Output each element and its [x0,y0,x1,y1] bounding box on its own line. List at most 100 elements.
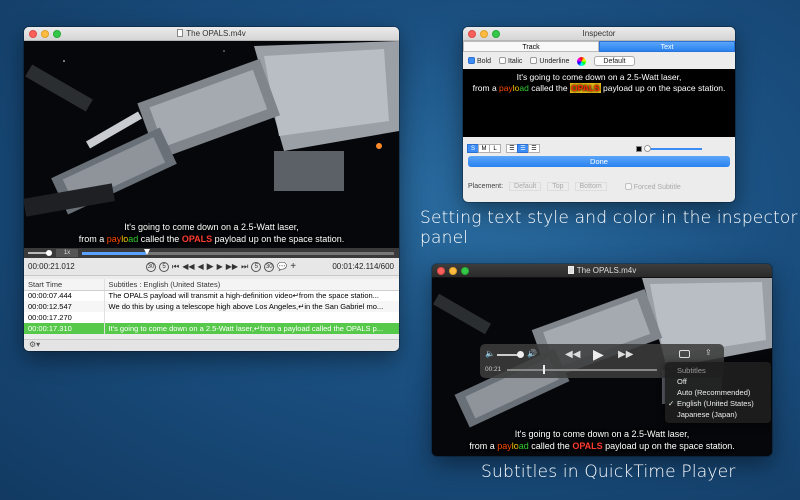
timeline-progress [82,252,146,255]
caption-line-1: It's going to come down on a 2.5-Watt la… [514,429,690,439]
zoom-button[interactable] [53,30,61,38]
menu-item-english[interactable]: English (United States) [665,398,771,409]
menu-item-off[interactable]: Off [665,376,771,387]
play-icon[interactable]: ▶ [207,261,214,272]
fast-forward-icon[interactable]: ▶▶ [226,262,238,271]
tab-track[interactable]: Track [463,41,599,52]
minimize-button[interactable] [41,30,49,38]
cell-time[interactable]: 00:00:17.310 [24,323,105,334]
speed-button[interactable]: 1x [56,249,78,257]
cell-text[interactable]: The OPALS payload will transmit a high-d… [104,290,399,301]
qt-playhead[interactable] [543,365,545,374]
menu-item-auto[interactable]: Auto (Recommended) [665,387,771,398]
share-icon[interactable]: ⇪ [705,348,712,357]
column-header-start-time[interactable]: Start Time [24,279,105,291]
cell-text[interactable]: It's going to come down on a 2.5-Watt la… [104,323,399,334]
italic-checkbox[interactable]: Italic [499,57,522,65]
text-preview: It's going to come down on a 2.5-Watt la… [463,69,735,137]
subtitles-menu: Subtitles Off Auto (Recommended) English… [665,362,771,423]
speech-bubble-icon[interactable]: 💬 [277,262,287,271]
cell-time[interactable]: 00:00:07.444 [24,290,105,301]
table-row[interactable]: 00:00:12.547 We do this by using a teles… [24,301,399,312]
go-to-start-icon[interactable]: ⏮ [172,262,179,272]
placement-top[interactable]: Top [547,182,569,191]
size-large-button[interactable]: L [489,144,501,153]
heading-quicktime: Subtitles in QuickTime Player [481,462,736,482]
caption-line-1: It's going to come down on a 2.5-Watt la… [124,222,299,232]
volume-knob[interactable] [517,351,524,358]
transport-controls: 30 5 ⏮ ◀◀ ◀ ▶ ▶ ▶▶ ⏭ 5 30 💬 + [146,261,296,272]
quicktime-window: The OPALS.m4v It's going to come down on… [432,264,772,456]
subtitles-icon[interactable] [679,350,690,358]
alignment-segment: ☰ ☰ ☰ [506,144,540,153]
inspector-title: Inspector [582,29,616,38]
forced-subtitle-checkbox[interactable]: Forced Subtitle [624,182,681,191]
subtitle-editor-window: The OPALS.m4v It's going to come down on… [24,27,399,351]
column-header-subtitles[interactable]: Subtitles : English (United States) [104,279,399,291]
subtitle-table: Start Time Subtitles : English (United S… [24,279,399,334]
default-button[interactable]: Default [594,56,635,66]
caption-line-2: from a payload called the OPALS payload … [469,441,735,451]
zoom-button[interactable] [492,30,500,38]
bottom-bar: ⚙▾ [24,339,399,351]
align-right-icon[interactable]: ☰ [528,144,540,153]
close-button[interactable] [437,267,445,275]
checkbox-checked-icon [468,57,475,64]
zoom-button[interactable] [461,267,469,275]
underline-checkbox[interactable]: Underline [530,57,569,65]
back-30-icon[interactable]: 30 [146,261,156,272]
volume-max-icon[interactable]: 🔊 [527,349,537,358]
opacity-slider[interactable] [644,144,702,152]
back-5-icon[interactable]: 5 [159,261,169,272]
preview-line-2: from a payload called the OPALS payload … [472,83,726,93]
checkbox-icon [530,57,538,64]
gear-icon[interactable]: ⚙▾ [29,340,40,349]
inspector-title-bar: Inspector [463,27,735,41]
cell-time[interactable]: 00:00:12.547 [24,301,105,312]
subtitle-caption: It's going to come down on a 2.5-Watt la… [24,221,399,245]
color-swatch[interactable] [636,145,642,152]
table-row-selected[interactable]: 00:00:17.310 It's going to come down on … [24,323,399,334]
close-button[interactable] [468,30,476,38]
step-forward-icon[interactable]: ▶ [217,262,223,271]
placement-default[interactable]: Default [509,182,542,191]
cell-text[interactable] [104,312,399,323]
done-button[interactable]: Done [468,156,730,167]
fast-forward-icon[interactable]: ▶▶ [618,349,633,360]
forward-30-icon[interactable]: 30 [264,261,275,272]
title-bar: The OPALS.m4v [24,27,399,41]
forward-5-icon[interactable]: 5 [251,261,262,272]
bold-checkbox[interactable]: Bold [468,57,491,65]
current-time: 00:00:21.012 [28,262,75,271]
window-title: The OPALS.m4v [186,29,246,38]
play-icon[interactable]: ▶ [593,346,604,363]
window-controls [437,267,469,275]
add-icon[interactable]: + [290,261,296,272]
slider-knob[interactable] [644,144,651,152]
rewind-icon[interactable]: ◀◀ [565,349,580,360]
document-icon [177,29,184,37]
qt-timeline[interactable] [507,369,657,371]
tab-text[interactable]: Text [599,41,735,52]
minimize-button[interactable] [480,30,488,38]
playhead[interactable] [144,249,150,255]
color-wheel-icon[interactable] [577,56,587,66]
cell-time[interactable]: 00:00:17.270 [24,312,105,323]
volume-knob[interactable] [46,250,52,256]
menu-item-japanese[interactable]: Japanese (Japan) [665,409,771,420]
placement-bottom[interactable]: Bottom [574,182,607,191]
close-button[interactable] [29,30,37,38]
window-controls [29,30,61,38]
volume-icon[interactable]: 🔈 [485,349,495,358]
step-back-icon[interactable]: ◀ [198,262,204,271]
rewind-icon[interactable]: ◀◀ [182,262,194,271]
qt-window-title: The OPALS.m4v [576,266,637,275]
minimize-button[interactable] [449,267,457,275]
table-row[interactable]: 00:00:07.444 The OPALS payload will tran… [24,290,399,301]
transport-bar: 00:00:21.012 30 5 ⏮ ◀◀ ◀ ▶ ▶ ▶▶ ⏭ 5 30 💬… [24,258,399,276]
video-frame: It's going to come down on a 2.5-Watt la… [24,41,399,248]
qt-title-bar: The OPALS.m4v [432,264,772,278]
table-row[interactable]: 00:00:17.270 [24,312,399,323]
cell-text[interactable]: We do this by using a telescope high abo… [104,301,399,312]
go-to-end-icon[interactable]: ⏭ [241,262,248,272]
